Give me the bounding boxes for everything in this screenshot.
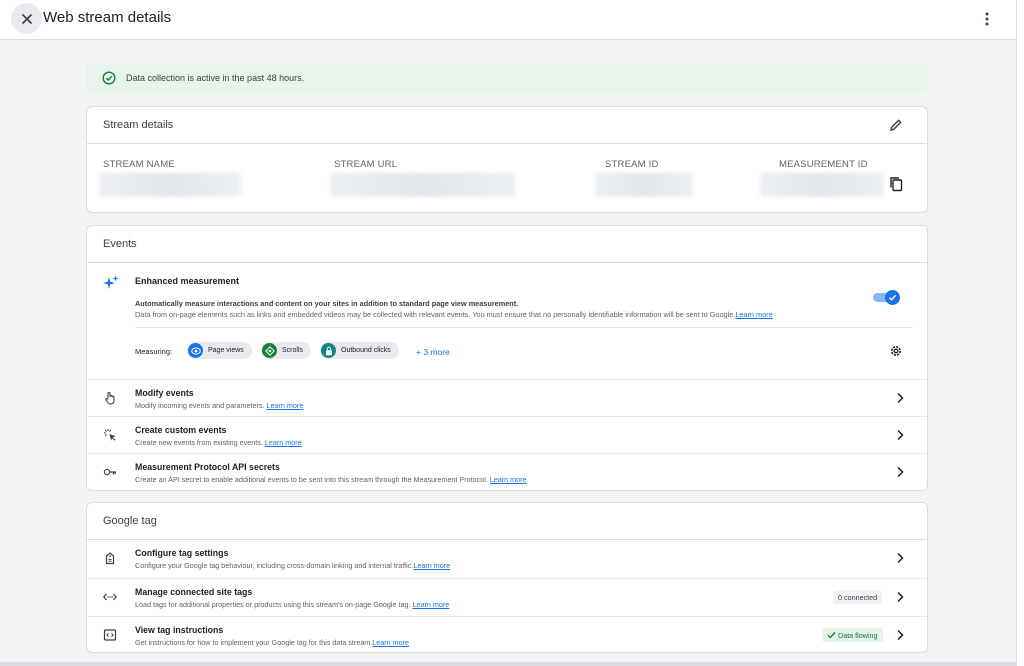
connected-count-badge: 0 connected bbox=[833, 590, 883, 604]
row-description: Create new events from existing events. … bbox=[135, 438, 302, 447]
header-bar: Web stream details bbox=[0, 0, 1016, 40]
stream-name-redacted bbox=[99, 173, 241, 197]
sparkle-click-icon bbox=[104, 429, 116, 441]
learn-more-link[interactable]: Learn more bbox=[265, 438, 302, 447]
chip-outbound-clicks[interactable]: Outbound clicks bbox=[320, 342, 399, 359]
stream-name-label: STREAM NAME bbox=[103, 159, 175, 170]
bottom-border bbox=[0, 662, 1016, 666]
row-create-custom-events[interactable]: Create custom events Create new events f… bbox=[87, 416, 927, 453]
badge-label: Data flowing bbox=[838, 630, 878, 640]
key-icon bbox=[103, 468, 116, 476]
stream-id-redacted bbox=[595, 173, 693, 197]
row-description: Configure your Google tag behaviour, inc… bbox=[135, 561, 450, 570]
tag-icon bbox=[105, 552, 115, 565]
check-circle-icon bbox=[102, 71, 116, 85]
code-arrows-icon bbox=[103, 593, 117, 601]
measurement-id-label: MEASUREMENT ID bbox=[779, 159, 868, 170]
row-title: Manage connected site tags bbox=[135, 587, 253, 597]
eye-icon bbox=[188, 343, 203, 358]
row-measurement-protocol-secrets[interactable]: Measurement Protocol API secrets Create … bbox=[87, 453, 927, 490]
sparkle-icon bbox=[103, 275, 119, 289]
enhanced-note-text: Data from on-page elements such as links… bbox=[135, 310, 736, 319]
google-tag-header: Google tag bbox=[87, 503, 927, 540]
touch-icon bbox=[105, 391, 115, 405]
chevron-right-icon bbox=[897, 392, 904, 404]
data-flowing-badge: Data flowing bbox=[822, 628, 883, 642]
chip-label: Outbound clicks bbox=[341, 347, 391, 354]
stream-url-redacted bbox=[330, 173, 515, 197]
row-description-text: Modify incoming events and parameters. bbox=[135, 401, 265, 410]
row-description: Get instructions for how to implement yo… bbox=[135, 638, 409, 647]
row-manage-connected-site-tags[interactable]: Manage connected site tags Load tags for… bbox=[87, 578, 927, 615]
chevron-right-icon bbox=[897, 466, 904, 478]
row-title: Measurement Protocol API secrets bbox=[135, 462, 280, 472]
copy-icon[interactable] bbox=[889, 176, 903, 192]
row-title: Configure tag settings bbox=[135, 548, 229, 558]
row-description: Load tags for additional properties or p… bbox=[135, 600, 449, 609]
stream-id-label: STREAM ID bbox=[605, 159, 659, 170]
status-banner: Data collection is active in the past 48… bbox=[86, 63, 928, 93]
page-title: Web stream details bbox=[43, 9, 172, 26]
learn-more-link[interactable]: Learn more bbox=[372, 638, 409, 647]
more-options-button[interactable] bbox=[978, 9, 996, 29]
scrollbar[interactable] bbox=[1016, 0, 1024, 666]
check-icon bbox=[889, 294, 897, 301]
row-description-text: Configure your Google tag behaviour, inc… bbox=[135, 561, 414, 570]
row-title: View tag instructions bbox=[135, 625, 224, 635]
check-icon bbox=[827, 632, 836, 639]
web-stream-details-panel: Web stream details Data collection is ac… bbox=[0, 0, 1016, 666]
chip-scrolls[interactable]: Scrolls bbox=[261, 342, 312, 359]
events-card: Events Enhanced measurement Automaticall… bbox=[86, 225, 928, 491]
chip-label: Scrolls bbox=[282, 347, 304, 354]
row-description-text: Create new events from existing events. bbox=[135, 438, 263, 447]
row-title: Create custom events bbox=[135, 425, 227, 435]
learn-more-link[interactable]: Learn more bbox=[413, 561, 450, 570]
more-vert-icon bbox=[985, 12, 989, 26]
row-modify-events[interactable]: Modify events Modify incoming events and… bbox=[87, 379, 927, 416]
row-view-tag-instructions[interactable]: View tag instructions Get instructions f… bbox=[87, 616, 927, 653]
chip-label: Page views bbox=[208, 347, 244, 354]
chip-page-views[interactable]: Page views bbox=[187, 342, 252, 359]
learn-more-link[interactable]: Learn more bbox=[412, 600, 449, 609]
row-description-text: Create an API secret to enable additiona… bbox=[135, 475, 488, 484]
divider bbox=[135, 327, 913, 328]
google-tag-title: Google tag bbox=[103, 515, 157, 527]
measurement-id-redacted bbox=[760, 173, 884, 197]
edit-pencil-icon[interactable] bbox=[889, 118, 903, 132]
chevron-right-icon bbox=[897, 591, 904, 603]
lock-icon bbox=[321, 343, 336, 358]
events-title: Events bbox=[103, 238, 137, 250]
stream-url-label: STREAM URL bbox=[334, 159, 398, 170]
banner-text: Data collection is active in the past 48… bbox=[126, 73, 305, 83]
enhanced-measurement-note: Data from on-page elements such as links… bbox=[135, 310, 773, 319]
toggle-knob bbox=[885, 290, 900, 305]
gear-icon[interactable] bbox=[889, 344, 903, 358]
row-description: Modify incoming events and parameters. L… bbox=[135, 401, 303, 410]
stream-details-card: Stream details STREAM NAME STREAM URL ST… bbox=[86, 106, 928, 213]
row-title: Modify events bbox=[135, 388, 194, 398]
enhanced-measurement-description: Automatically measure interactions and c… bbox=[135, 299, 519, 308]
more-measurements-link[interactable]: + 3 more bbox=[416, 347, 450, 357]
row-description: Create an API secret to enable additiona… bbox=[135, 475, 527, 484]
stream-details-header: Stream details bbox=[87, 107, 927, 144]
chevron-right-icon bbox=[897, 629, 904, 641]
learn-more-link[interactable]: Learn more bbox=[266, 401, 303, 410]
events-header: Events bbox=[87, 226, 927, 263]
chevron-right-icon bbox=[897, 429, 904, 441]
chevron-right-icon bbox=[897, 552, 904, 564]
close-icon bbox=[21, 13, 32, 24]
measuring-label: Measuring: bbox=[135, 347, 173, 356]
code-window-icon bbox=[103, 629, 117, 641]
row-configure-tag-settings[interactable]: Configure tag settings Configure your Go… bbox=[87, 540, 927, 577]
enhanced-measurement-toggle[interactable] bbox=[873, 290, 900, 305]
enhanced-learn-more-link[interactable]: Learn more bbox=[735, 310, 772, 319]
enhanced-measurement-title: Enhanced measurement bbox=[135, 276, 240, 286]
scroll-icon bbox=[262, 343, 277, 358]
stream-details-title: Stream details bbox=[103, 119, 174, 131]
row-description-text: Load tags for additional properties or p… bbox=[135, 600, 411, 609]
learn-more-link[interactable]: Learn more bbox=[490, 475, 527, 484]
google-tag-card: Google tag Configure tag settings Config… bbox=[86, 502, 928, 653]
row-description-text: Get instructions for how to implement yo… bbox=[135, 638, 373, 647]
close-button[interactable] bbox=[11, 3, 42, 34]
